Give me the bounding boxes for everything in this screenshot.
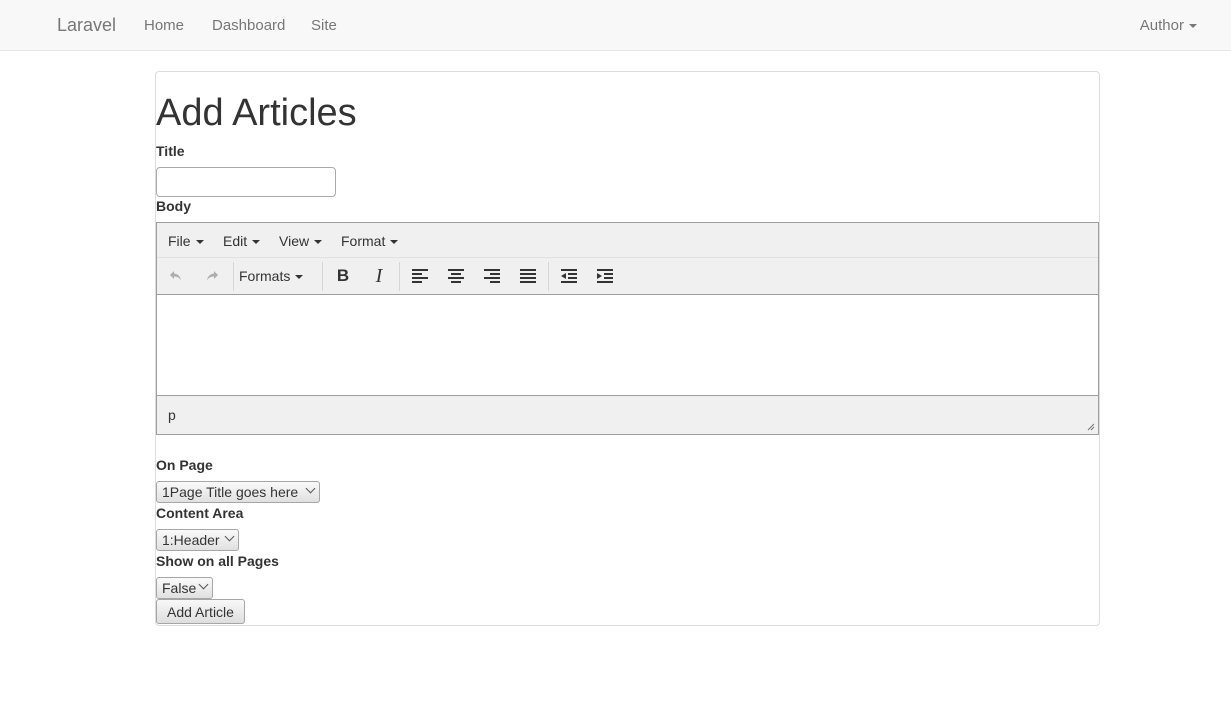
show-all-pages-label: Show on all Pages: [156, 553, 279, 569]
toolbar-separator: [399, 262, 400, 291]
formats-dropdown[interactable]: Formats: [239, 268, 304, 284]
article-form-panel: Add Articles Title Body File Edit View F…: [155, 71, 1100, 626]
chevron-down-icon: [224, 531, 235, 542]
menu-view[interactable]: View: [279, 233, 323, 249]
indent-button[interactable]: [590, 262, 620, 290]
editor-statusbar: p: [157, 395, 1098, 434]
menu-format-label: Format: [341, 233, 386, 249]
nav-dashboard-link[interactable]: Dashboard: [212, 17, 285, 34]
align-right-button[interactable]: [477, 262, 507, 290]
on-page-select[interactable]: 1Page Title goes here: [156, 481, 320, 503]
align-right-icon: [484, 269, 500, 283]
resize-handle-icon[interactable]: [1087, 423, 1095, 431]
add-article-button[interactable]: Add Article: [156, 599, 245, 624]
chevron-down-icon: [198, 579, 209, 590]
content-area-select[interactable]: 1:Header: [156, 529, 239, 551]
on-page-selected: 1Page Title goes here: [162, 484, 299, 500]
page-title: Add Articles: [156, 92, 357, 134]
caret-down-icon: [1189, 24, 1197, 29]
top-navbar: Laravel Home Dashboard Site Author: [0, 0, 1231, 51]
body-editor: File Edit View Format Formats B I p: [156, 222, 1099, 435]
italic-button[interactable]: I: [364, 262, 394, 290]
align-center-button[interactable]: [441, 262, 471, 290]
menu-format[interactable]: Format: [341, 233, 399, 249]
caret-down-icon: [314, 240, 323, 245]
body-label: Body: [156, 198, 191, 214]
outdent-icon: [561, 269, 577, 283]
menu-view-label: View: [279, 233, 310, 249]
formats-label: Formats: [239, 268, 291, 284]
editor-toolbar: Formats B I: [157, 258, 1098, 295]
chevron-down-icon: [305, 483, 316, 494]
editor-content-area[interactable]: [157, 295, 1098, 395]
brand-link[interactable]: Laravel: [57, 15, 116, 36]
user-menu-label: Author: [1139, 17, 1184, 34]
undo-icon: [170, 271, 181, 281]
show-all-pages-select[interactable]: False: [156, 577, 213, 599]
user-menu-dropdown[interactable]: Author: [1140, 17, 1197, 34]
toolbar-separator: [233, 262, 234, 291]
show-all-pages-selected: False: [162, 580, 197, 596]
caret-down-icon: [195, 240, 204, 245]
redo-icon: [207, 271, 218, 281]
italic-icon: I: [375, 264, 383, 287]
title-input[interactable]: [156, 167, 336, 197]
toolbar-separator: [548, 262, 549, 291]
nav-site-link[interactable]: Site: [311, 17, 337, 34]
element-path[interactable]: p: [168, 407, 176, 423]
title-label: Title: [156, 143, 185, 159]
toolbar-separator: [322, 262, 323, 291]
align-left-icon: [412, 269, 428, 283]
align-center-icon: [448, 269, 464, 283]
nav-home-link[interactable]: Home: [144, 17, 184, 34]
menu-edit-label: Edit: [223, 233, 248, 249]
bold-button[interactable]: B: [328, 262, 358, 290]
content-area-selected: 1:Header: [162, 532, 220, 548]
editor-menubar: File Edit View Format: [157, 223, 1098, 258]
menu-file[interactable]: File: [168, 233, 204, 249]
align-justify-button[interactable]: [513, 262, 543, 290]
on-page-label: On Page: [156, 457, 213, 473]
indent-icon: [597, 269, 613, 283]
content-area-label: Content Area: [156, 505, 244, 521]
caret-down-icon: [252, 240, 261, 245]
align-left-button[interactable]: [405, 262, 435, 290]
caret-down-icon: [295, 275, 304, 280]
align-justify-icon: [520, 269, 536, 283]
menu-edit[interactable]: Edit: [223, 233, 261, 249]
undo-button[interactable]: [161, 262, 191, 290]
menu-file-label: File: [168, 233, 191, 249]
outdent-button[interactable]: [554, 262, 584, 290]
redo-button[interactable]: [197, 262, 227, 290]
bold-icon: B: [336, 266, 350, 285]
caret-down-icon: [390, 240, 399, 245]
